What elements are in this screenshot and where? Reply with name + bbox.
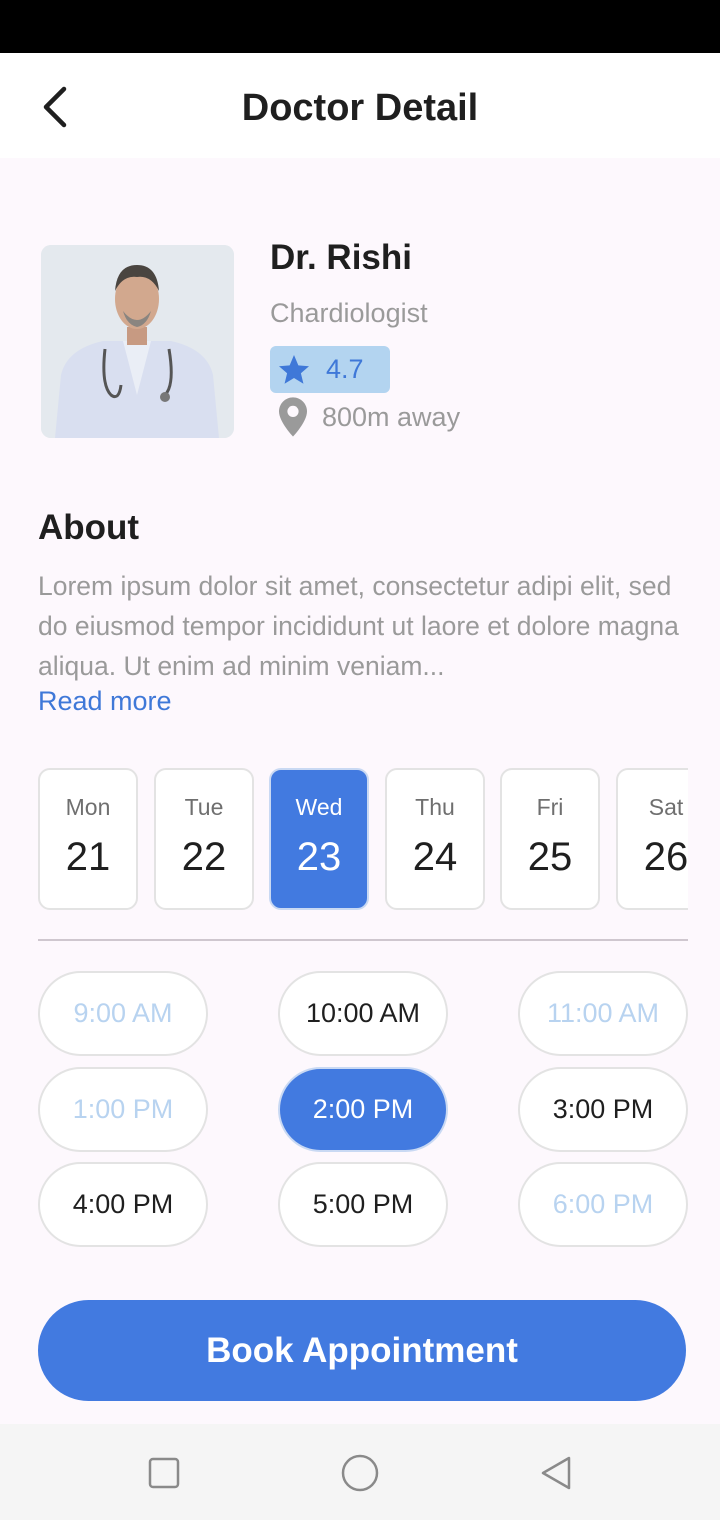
date-selector: Mon 21 Tue 22 Wed 23 Thu 24 Fri 25 Sat 2… <box>38 768 688 911</box>
day-number: 26 <box>643 835 688 879</box>
book-appointment-button[interactable]: Book Appointment <box>38 1300 686 1401</box>
time-slot-1000am[interactable]: 10:00 AM <box>278 971 448 1056</box>
time-slot-900am: 9:00 AM <box>38 971 208 1056</box>
triangle-back-icon <box>541 1456 571 1490</box>
doctor-specialty: Chardiologist <box>270 298 428 328</box>
rating-badge: 4.7 <box>270 346 390 393</box>
page-title: Doctor Detail <box>241 87 479 129</box>
doctor-photo <box>41 245 234 438</box>
day-card-fri[interactable]: Fri 25 <box>500 768 600 910</box>
day-name: Wed <box>295 794 343 820</box>
day-number: 21 <box>65 835 111 879</box>
about-title: About <box>38 508 140 547</box>
about-text: Lorem ipsum dolor sit amet, consectetur … <box>38 571 679 681</box>
system-nav-bar <box>0 1424 720 1520</box>
day-name: Thu <box>415 794 455 820</box>
day-card-wed[interactable]: Wed 23 <box>269 768 369 910</box>
day-card-thu[interactable]: Thu 24 <box>385 768 485 910</box>
star-icon <box>279 354 309 384</box>
rating-value: 4.7 <box>326 354 364 384</box>
status-bar <box>0 0 720 53</box>
recents-button[interactable] <box>143 1452 185 1494</box>
day-card-sat[interactable]: Sat 26 <box>616 768 688 910</box>
square-recents-icon <box>148 1457 180 1489</box>
divider <box>38 939 688 941</box>
back-nav-button[interactable] <box>535 1452 577 1494</box>
day-number: 22 <box>181 835 227 879</box>
doctor-name: Dr. Rishi <box>270 238 412 277</box>
time-slot-100pm: 1:00 PM <box>38 1067 208 1152</box>
time-slot-1100am: 11:00 AM <box>518 971 688 1056</box>
time-slot-600pm: 6:00 PM <box>518 1162 688 1247</box>
day-name: Mon <box>65 794 111 820</box>
distance-text: 800m away <box>322 401 461 432</box>
day-number: 25 <box>527 835 573 879</box>
app-bar: Doctor Detail <box>0 53 720 158</box>
day-card-tue[interactable]: Tue 22 <box>154 768 254 910</box>
distance-row: 800m away <box>276 396 460 438</box>
home-button[interactable] <box>339 1452 381 1494</box>
time-slot-500pm[interactable]: 5:00 PM <box>278 1162 448 1247</box>
time-slot-300pm[interactable]: 3:00 PM <box>518 1067 688 1152</box>
read-more-link[interactable]: Read more <box>38 686 172 717</box>
time-slot-200pm[interactable]: 2:00 PM <box>278 1067 448 1152</box>
day-name: Tue <box>184 794 224 820</box>
day-number: 24 <box>412 835 458 879</box>
day-name: Fri <box>536 794 564 820</box>
circle-home-icon <box>341 1454 379 1492</box>
day-card-mon[interactable]: Mon 21 <box>38 768 138 910</box>
day-number: 23 <box>296 835 342 879</box>
day-name: Sat <box>648 794 684 820</box>
location-pin-icon <box>279 397 307 437</box>
time-slot-400pm[interactable]: 4:00 PM <box>38 1162 208 1247</box>
